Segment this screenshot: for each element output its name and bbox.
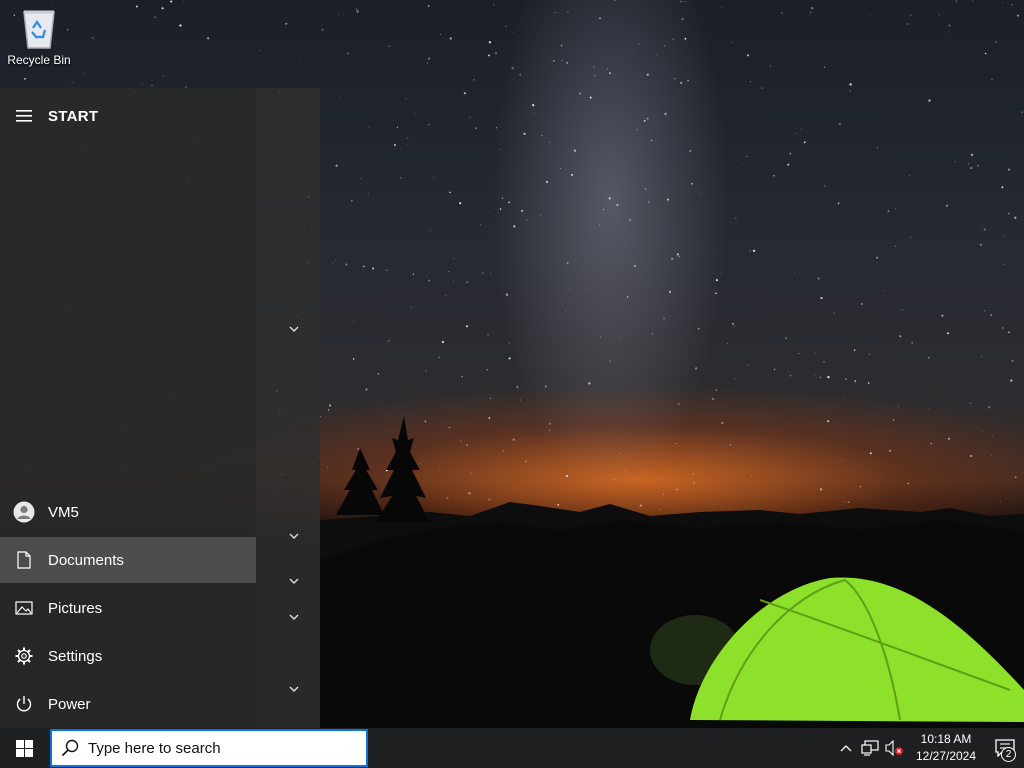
volume-muted-icon[interactable]	[882, 728, 906, 768]
clock-date: 12/27/2024	[915, 749, 977, 763]
notification-count-badge: 2	[1001, 747, 1016, 762]
chevron-down-icon[interactable]	[287, 612, 301, 622]
search-icon	[52, 739, 88, 757]
start-item-user[interactable]: VM5	[0, 489, 256, 535]
user-avatar-icon	[0, 501, 48, 523]
start-menu-rail	[0, 88, 256, 728]
start-item-documents[interactable]: Documents	[0, 537, 256, 583]
system-tray: 10:18 AM 12/27/2024 2	[834, 728, 1024, 768]
desktop-icon-label: Recycle Bin	[7, 53, 71, 67]
chevron-down-icon[interactable]	[287, 576, 301, 586]
hamburger-menu-icon[interactable]	[0, 102, 48, 130]
document-icon	[0, 551, 48, 569]
taskbar-clock[interactable]: 10:18 AM 12/27/2024	[912, 731, 980, 765]
power-icon	[0, 695, 48, 713]
desktop-icon-recycle-bin[interactable]: Recycle Bin	[4, 6, 74, 76]
start-item-label: Power	[48, 695, 91, 713]
pictures-icon	[0, 601, 48, 615]
start-button[interactable]	[0, 728, 48, 768]
start-item-power[interactable]: Power	[0, 681, 256, 727]
chevron-down-icon[interactable]	[287, 531, 301, 541]
start-item-label: Settings	[48, 647, 103, 665]
recycle-bin-icon	[23, 10, 55, 49]
start-item-settings[interactable]: Settings	[0, 633, 256, 679]
start-menu: START VM5 Documents Pictures Settings Po…	[0, 88, 320, 728]
start-item-label: Pictures	[48, 599, 103, 617]
start-item-label: VM5	[48, 503, 79, 521]
taskbar: Type here to search 10:18 AM 12/27/2024	[0, 728, 1024, 768]
gear-icon	[0, 647, 48, 665]
start-item-label: Documents	[48, 551, 124, 569]
windows-logo-icon	[15, 739, 33, 757]
search-placeholder: Type here to search	[88, 739, 221, 757]
clock-time: 10:18 AM	[920, 732, 972, 746]
network-icon[interactable]	[858, 728, 882, 768]
start-item-pictures[interactable]: Pictures	[0, 585, 256, 631]
start-menu-title: START	[48, 107, 99, 125]
taskbar-search-box[interactable]: Type here to search	[50, 729, 368, 767]
chevron-up-icon[interactable]	[834, 728, 858, 768]
chevron-down-icon[interactable]	[287, 684, 301, 694]
chevron-down-icon[interactable]	[287, 324, 301, 334]
start-menu-header: START	[0, 102, 256, 130]
action-center-button[interactable]: 2	[986, 728, 1024, 768]
